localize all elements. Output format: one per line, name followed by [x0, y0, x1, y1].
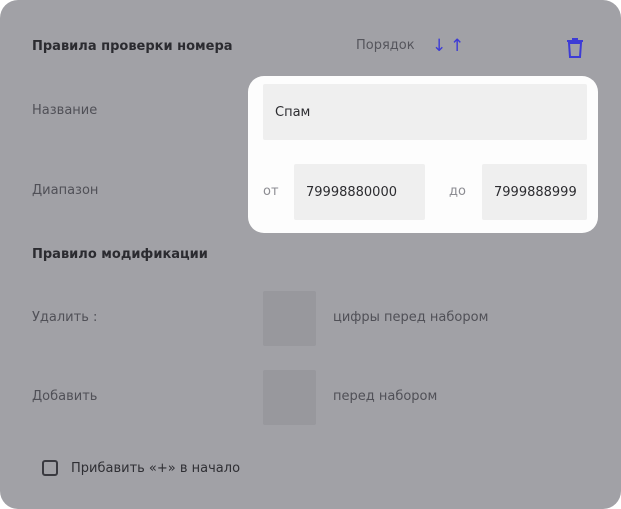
- delete-label: Удалить :: [32, 310, 98, 325]
- add-plus-label[interactable]: Прибавить «+» в начало: [71, 460, 240, 478]
- name-input[interactable]: Спам: [263, 84, 587, 140]
- order-label: Порядок: [356, 38, 415, 53]
- range-from-input[interactable]: 79998880000: [294, 164, 425, 220]
- number-rule-card: Правила проверки номера Порядок ↓ ↑ Назв…: [0, 0, 621, 509]
- delete-digits-input[interactable]: [263, 291, 316, 346]
- trash-icon[interactable]: [566, 38, 584, 58]
- range-to-label: до: [449, 184, 466, 199]
- delete-hint: цифры перед набором: [333, 310, 489, 325]
- name-label: Название: [32, 103, 98, 118]
- sort-down-icon[interactable]: ↓: [432, 35, 446, 57]
- add-hint: перед набором: [333, 389, 438, 404]
- range-to-input[interactable]: 7999888999: [482, 164, 587, 220]
- sort-up-icon[interactable]: ↑: [450, 35, 464, 57]
- range-from-label: от: [263, 184, 279, 199]
- add-digits-input[interactable]: [263, 370, 316, 425]
- add-plus-checkbox[interactable]: [42, 460, 58, 476]
- range-label: Диапазон: [32, 183, 99, 198]
- add-label: Добавить: [32, 389, 98, 404]
- modification-title: Правило модификации: [32, 247, 208, 262]
- rule-title: Правила проверки номера: [32, 39, 233, 54]
